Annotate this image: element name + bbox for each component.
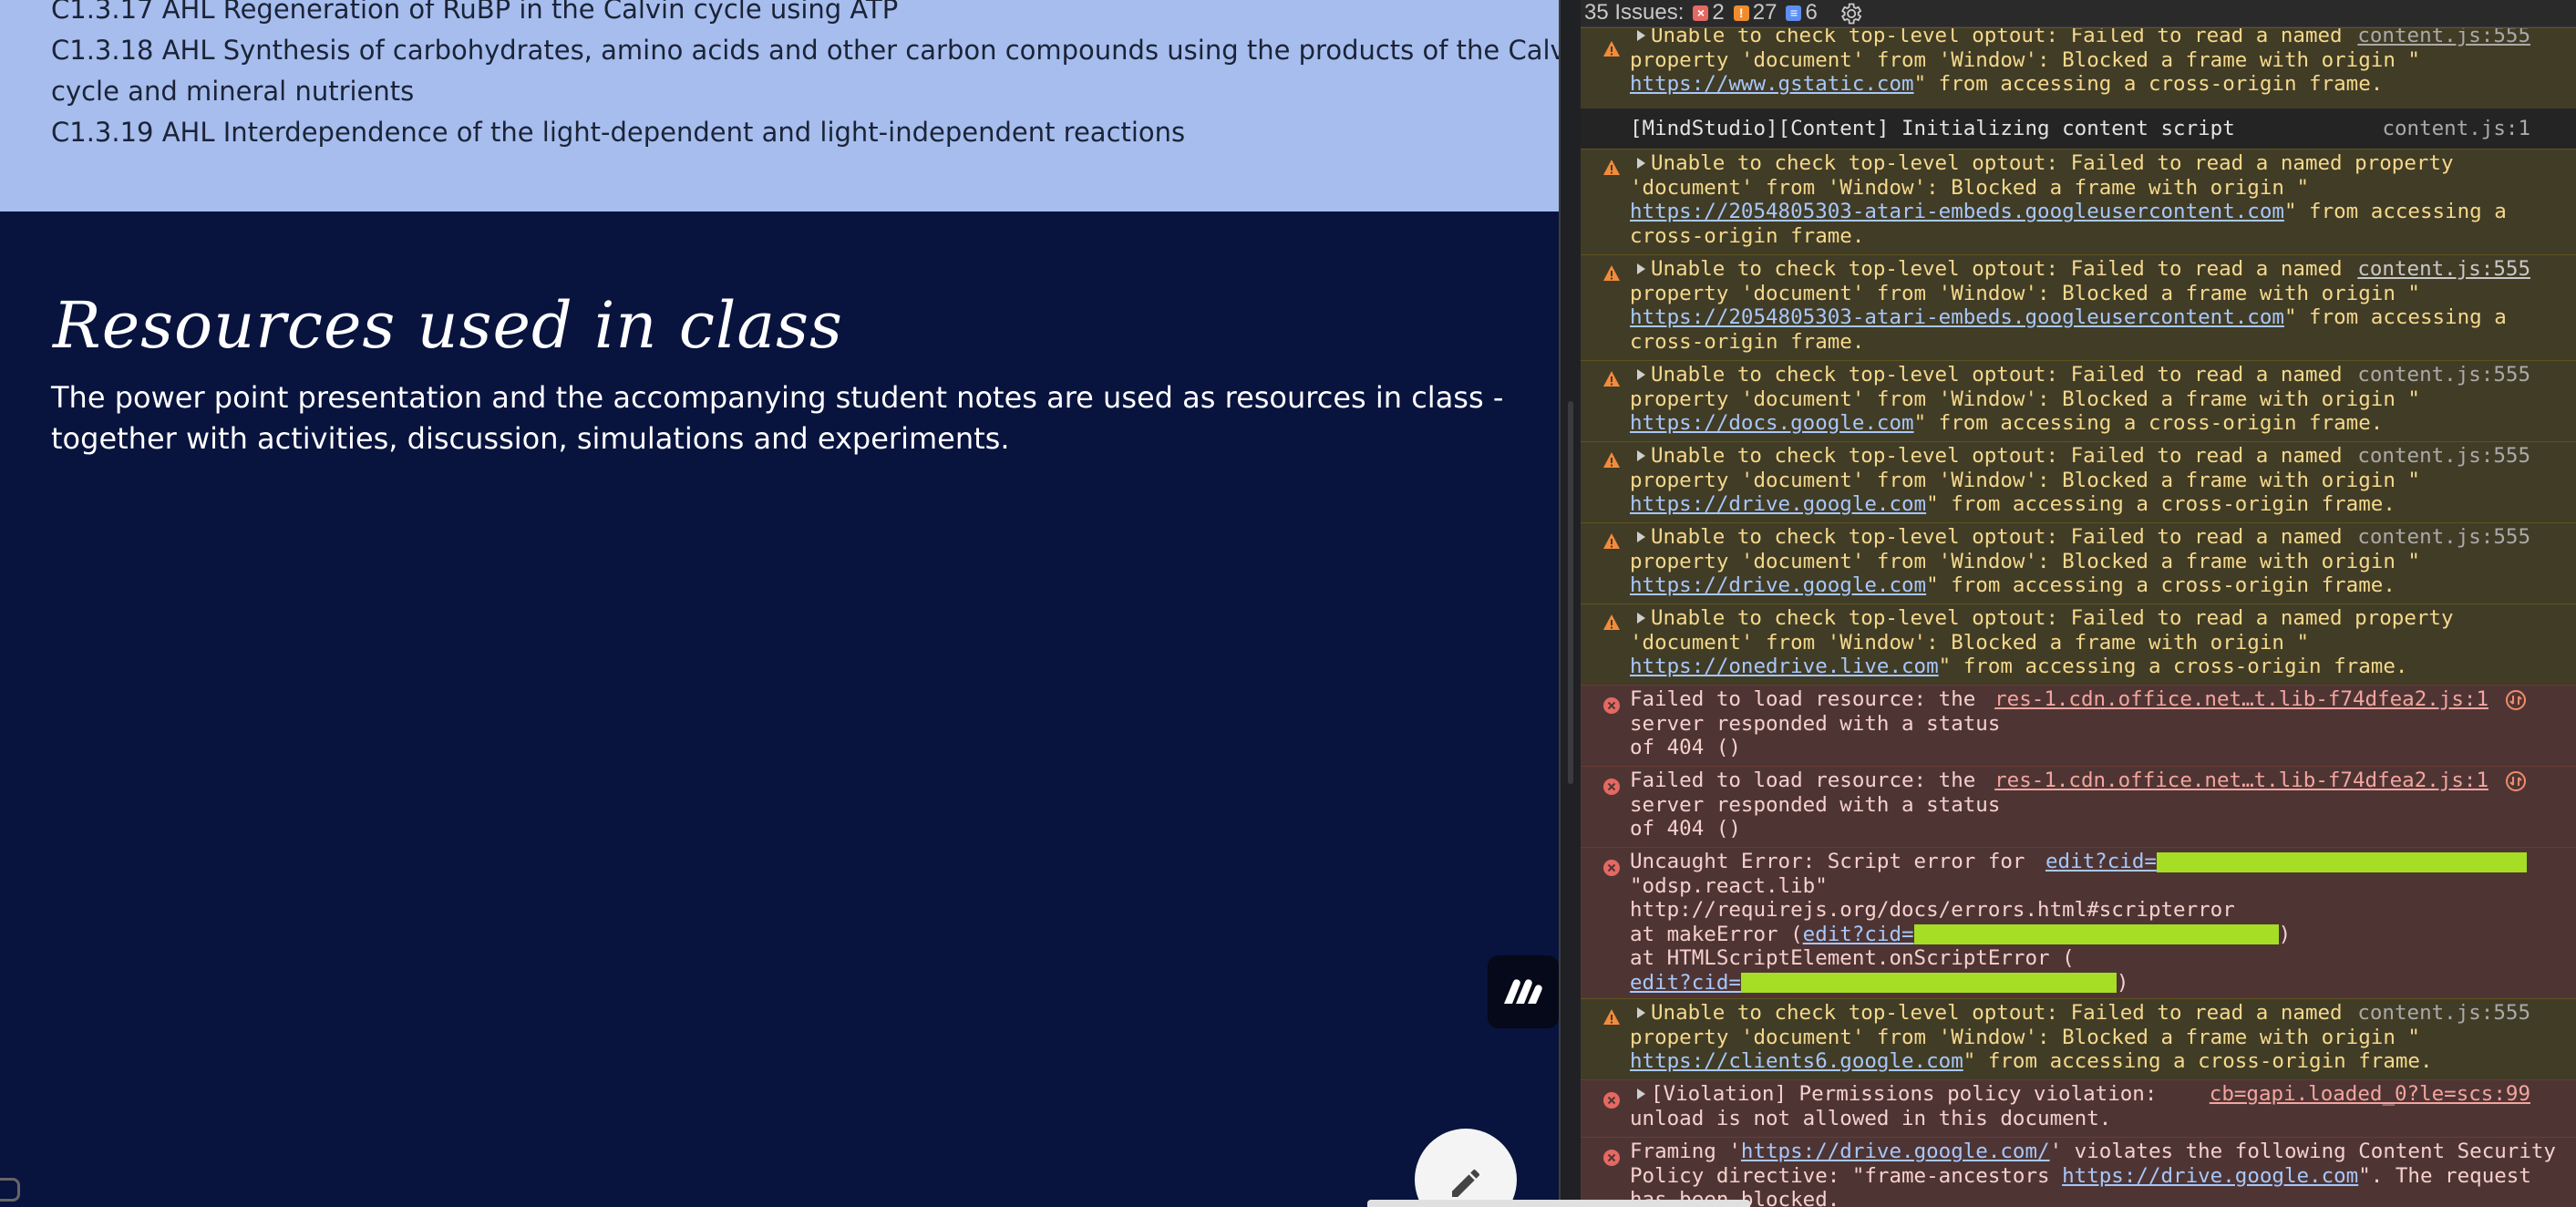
source-link[interactable]: res-1.cdn.office.net…t.lib-f74dfea2.js:1 (1994, 687, 2488, 712)
error-icon (1603, 1092, 1620, 1109)
warning-icon (1603, 160, 1620, 175)
horizontal-scrollbar[interactable] (1367, 1200, 1750, 1207)
console-error[interactable]: Uncaught Error: Script error for "odsp.r… (1581, 847, 2576, 998)
edit-fab-button[interactable] (1415, 1129, 1517, 1207)
expand-arrow-icon[interactable] (1637, 158, 1645, 169)
link-gstatic[interactable]: https://www.gstatic.com (1630, 72, 1914, 96)
link-clients6-google[interactable]: https://clients6.google.com (1630, 1049, 1963, 1073)
expand-arrow-icon[interactable] (1637, 30, 1645, 41)
redacted-block (1913, 924, 2279, 944)
console-warning[interactable]: Unable to check top-level optout: Failed… (1581, 522, 2576, 604)
source-link[interactable]: content.js:555 (2357, 257, 2530, 282)
console-log[interactable]: [MindStudio][Content] Initializing conte… (1581, 108, 2576, 149)
resources-line-1: The power point presentation and the acc… (51, 380, 1504, 415)
edit-link[interactable]: edit?cid= (1630, 971, 1741, 995)
error-icon (1603, 697, 1620, 714)
warning-icon (1603, 41, 1620, 57)
warning-icon (1603, 265, 1620, 281)
source-link[interactable]: content.js:555 (2357, 444, 2530, 469)
issues-bar[interactable]: 35 Issues: × 2 ! 27 ≡ 6 (1581, 0, 2576, 27)
warning-icon (1603, 452, 1620, 468)
issues-errors[interactable]: × 2 (1693, 1, 1725, 26)
standards-section: C1.3.17 AHL Regeneration of RuBP in the … (0, 0, 1559, 211)
link-atari-embeds[interactable]: https://2054805303-atari-embeds.googleus… (1630, 200, 2284, 223)
pencil-icon (1452, 1169, 1480, 1197)
source-link[interactable]: content.js:555 (2357, 1001, 2530, 1026)
link-atari-embeds[interactable]: https://2054805303-atari-embeds.googleus… (1630, 305, 2284, 329)
error-icon (1603, 1150, 1620, 1166)
resources-heading: Resources used in class (53, 288, 843, 363)
redacted-block (2156, 851, 2527, 872)
warning-icon (1603, 614, 1620, 630)
console-warning[interactable]: Unable to check top-level optout: Failed… (1581, 254, 2576, 360)
expand-arrow-icon[interactable] (1637, 369, 1645, 380)
mindstudio-m-icon[interactable] (1488, 955, 1559, 1028)
resources-line-2: together with activities, discussion, si… (51, 421, 1010, 456)
warning-count-icon: ! (1733, 5, 1749, 21)
console-error[interactable]: Framing 'https://drive.google.com/' viol… (1581, 1137, 2576, 1207)
link-drive-google[interactable]: https://drive.google.com (1630, 492, 1926, 516)
network-request-icon[interactable] (2505, 689, 2527, 711)
warning-icon (1603, 371, 1620, 387)
issues-warnings[interactable]: ! 27 (1733, 1, 1777, 26)
console-warning[interactable]: Unable to check top-level optout: Failed… (1581, 360, 2576, 441)
link-drive-google[interactable]: https://drive.google.com (1630, 573, 1926, 597)
console-warning[interactable]: Unable to check top-level optout: Failed… (1581, 149, 2576, 254)
issues-info[interactable]: ≡ 6 (1786, 1, 1818, 26)
expand-arrow-icon[interactable] (1637, 263, 1645, 274)
source-link[interactable]: cb=gapi.loaded_0?le=scs:99 (2210, 1082, 2530, 1107)
standard-c1-3-18-cont: cycle and mineral nutrients (51, 76, 415, 107)
error-icon (1603, 779, 1620, 795)
link-onedrive[interactable]: https://onedrive.live.com (1630, 655, 1939, 678)
devtools-console: 35 Issues: × 2 ! 27 ≡ 6 Unable to check top… (1581, 0, 2576, 1207)
edit-link[interactable]: edit?cid= (1803, 923, 1914, 946)
gear-icon[interactable] (1838, 1, 1863, 26)
resize-grip[interactable] (1568, 401, 1573, 784)
panel-resize-handle[interactable] (1559, 0, 1581, 1207)
warning-icon (1603, 533, 1620, 549)
source-link[interactable]: res-1.cdn.office.net…t.lib-f74dfea2.js:1 (1994, 769, 2488, 793)
console-warning[interactable]: Unable to check top-level optout: Failed… (1581, 441, 2576, 522)
info-count-icon: ≡ (1786, 5, 1802, 21)
source-link[interactable]: content.js:1 (2382, 117, 2530, 141)
link-drive-google[interactable]: https://drive.google.com/ (1741, 1140, 2050, 1163)
source-link[interactable]: content.js:555 (2357, 363, 2530, 387)
expand-arrow-icon[interactable] (1637, 450, 1645, 461)
site-page: C1.3.17 AHL Regeneration of RuBP in the … (0, 0, 1559, 1207)
issues-label: 35 Issues: (1584, 0, 1685, 26)
expand-arrow-icon[interactable] (1637, 531, 1645, 542)
standard-c1-3-17: C1.3.17 AHL Regeneration of RuBP in the … (51, 0, 899, 25)
error-icon (1603, 860, 1620, 876)
link-docs-google[interactable]: https://docs.google.com (1630, 411, 1914, 435)
source-link[interactable]: content.js:555 (2357, 28, 2530, 48)
source-link[interactable]: edit?cid= (2045, 850, 2157, 873)
console-warning[interactable]: Unable to check top-level optout: Failed… (1581, 604, 2576, 685)
standard-c1-3-19: C1.3.19 AHL Interdependence of the light… (51, 117, 1186, 148)
console-warning[interactable]: Unable to check top-level optout: Failed… (1581, 27, 2576, 108)
console-error[interactable]: [Violation] Permissions policy violation… (1581, 1079, 2576, 1137)
error-count-icon: × (1693, 5, 1709, 21)
expand-arrow-icon[interactable] (1637, 613, 1645, 624)
side-tab-icon[interactable] (0, 1178, 20, 1202)
expand-arrow-icon[interactable] (1637, 1088, 1645, 1099)
source-link[interactable]: content.js:555 (2357, 525, 2530, 550)
network-request-icon[interactable] (2505, 770, 2527, 792)
standard-c1-3-18: C1.3.18 AHL Synthesis of carbohydrates, … (51, 35, 1559, 66)
link-drive-google[interactable]: https://drive.google.com (2062, 1164, 2358, 1188)
expand-arrow-icon[interactable] (1637, 1007, 1645, 1018)
console-error[interactable]: Failed to load resource: the server resp… (1581, 685, 2576, 766)
warning-icon (1603, 1009, 1620, 1025)
console-warning[interactable]: Unable to check top-level optout: Failed… (1581, 998, 2576, 1079)
redacted-block (1740, 973, 2117, 993)
console-error[interactable]: Failed to load resource: the server resp… (1581, 766, 2576, 847)
resources-paragraph: The power point presentation and the acc… (51, 377, 1503, 459)
